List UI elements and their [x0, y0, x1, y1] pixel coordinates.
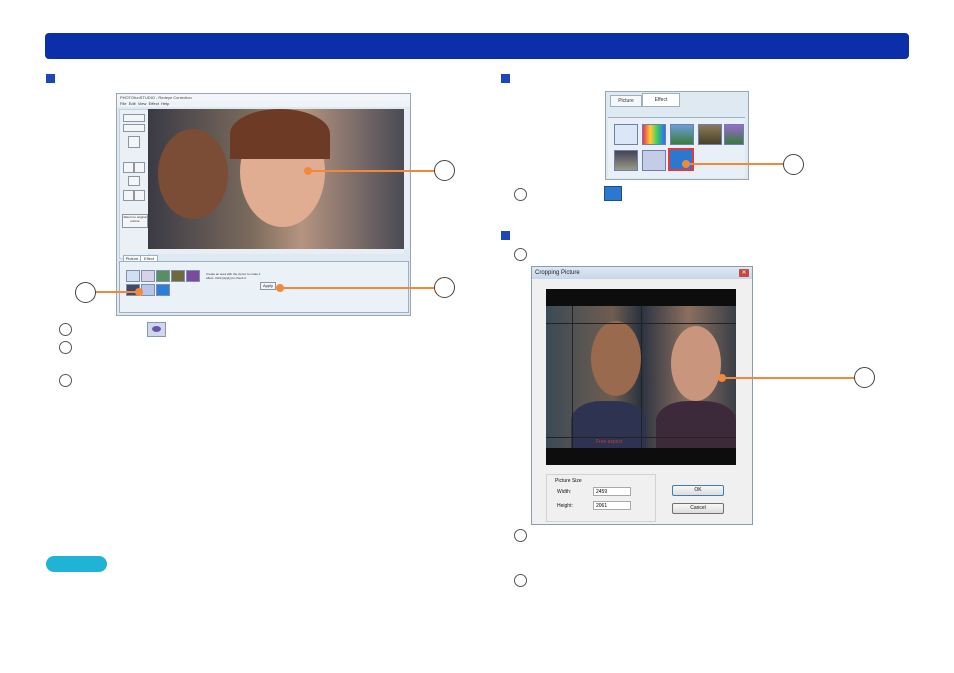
menu-edit: Edit — [128, 101, 136, 106]
effect-thumb-1 — [126, 270, 140, 282]
fx-tab-picture: Picture — [610, 95, 642, 107]
callout-marker-thumbnails — [75, 282, 96, 303]
photo-preview — [148, 109, 404, 249]
side-tool-6 — [128, 176, 140, 186]
fx-thumb-redeye — [642, 150, 666, 171]
callout-dot-fx — [682, 160, 690, 168]
picture-size-label: Picture Size — [555, 478, 582, 484]
step-marker-crop-3 — [514, 574, 527, 587]
side-toolbar: Return to original picture — [119, 109, 149, 259]
hint-badge — [46, 556, 107, 572]
callout-line-fx — [686, 163, 786, 165]
blur-effect-icon — [604, 186, 622, 201]
window-menubar: File Edit View Effect Help — [117, 101, 410, 107]
callout-dot-apply — [276, 284, 284, 292]
fx-palette — [608, 117, 745, 178]
side-tool-4 — [123, 162, 134, 173]
menu-help: Help — [161, 101, 170, 106]
fx-thumb-color — [642, 124, 666, 145]
crop-person-left — [591, 321, 641, 396]
crop-guide-left — [572, 306, 573, 448]
section-marker-left — [46, 74, 55, 83]
side-tool-1 — [123, 114, 145, 122]
callout-marker-crop — [854, 367, 875, 388]
callout-marker-apply — [434, 277, 455, 298]
redeye-effect-icon — [147, 322, 166, 337]
hair-right — [230, 109, 330, 159]
free-aspect-label: Free aspect — [596, 439, 623, 445]
step-marker-crop-1 — [514, 248, 527, 261]
step-marker-2 — [59, 341, 72, 354]
fx-thumb-landscape — [670, 124, 694, 145]
callout-dot-thumbnails — [135, 288, 143, 296]
height-field: 2061 — [593, 501, 631, 510]
effect-thumb-3 — [156, 270, 170, 282]
effect-palette-screenshot: Picture Effect — [605, 91, 749, 180]
fx-thumb-selected — [668, 148, 694, 171]
apply-button: Apply — [260, 282, 276, 290]
step-marker-3 — [59, 374, 72, 387]
step-marker-fx — [514, 188, 527, 201]
person-left — [158, 129, 228, 219]
crop-person-right — [671, 326, 721, 401]
callout-dot-photo — [304, 167, 312, 175]
height-label: Height: — [557, 503, 573, 509]
redeye-window-screenshot: PHOTOfunSTUDIO - Redeye Correction File … — [116, 93, 411, 316]
ok-button: OK — [672, 485, 724, 496]
section-marker-crop — [501, 231, 510, 240]
step-marker-1 — [59, 323, 72, 336]
vertical-scrollbar — [404, 109, 409, 249]
menu-effect: Effect — [148, 101, 159, 106]
header-bar — [45, 33, 909, 59]
callout-line-apply — [280, 287, 436, 289]
eye-shape — [152, 326, 161, 332]
side-tool-8 — [134, 190, 145, 201]
side-tool-2 — [123, 124, 145, 132]
callout-marker-photo — [434, 160, 455, 181]
effect-thumb-2 — [141, 270, 155, 282]
width-field: 2459 — [593, 487, 631, 496]
crop-shirt-right — [656, 401, 736, 448]
dialog-title: Cropping Picture — [532, 267, 752, 279]
effect-thumb-4 — [171, 270, 185, 282]
cancel-button: Cancel — [672, 503, 724, 514]
callout-line-photo — [308, 170, 436, 172]
fx-thumb-dark — [614, 150, 638, 171]
menu-file: File — [120, 101, 127, 106]
close-icon: ✕ — [739, 269, 749, 277]
callout-line-thumbnails — [95, 291, 139, 293]
picture-size-group: Picture Size Width: 2459 Height: 2061 — [546, 474, 656, 522]
window-title: PHOTOfunSTUDIO - Redeye Correction — [117, 94, 410, 101]
cropping-dialog-screenshot: Cropping Picture ✕ Free aspect Picture S… — [531, 266, 753, 525]
effect-thumb-5 — [186, 270, 200, 282]
callout-line-crop — [722, 377, 856, 379]
fx-thumb-sepia — [698, 124, 722, 145]
fx-thumb-purple — [724, 124, 744, 145]
effect-thumb-8 — [156, 284, 170, 296]
step-marker-crop-2 — [514, 529, 527, 542]
crop-guide-center — [641, 306, 642, 448]
callout-marker-fx — [783, 154, 804, 175]
side-tool-7 — [123, 190, 134, 201]
horizontal-scrollbar — [148, 249, 404, 254]
fx-tab-effect: Effect — [642, 93, 680, 107]
side-tool-3 — [128, 136, 140, 148]
return-original-button: Return to original picture — [122, 214, 148, 228]
menu-view: View — [137, 101, 147, 106]
side-tool-5 — [134, 162, 145, 173]
fx-thumb-soft — [614, 124, 638, 145]
callout-dot-crop — [718, 374, 726, 382]
instruction-text: Create an area with the cursor to make i… — [206, 272, 261, 280]
width-label: Width: — [557, 489, 572, 495]
section-marker-effect — [501, 74, 510, 83]
crop-preview: Free aspect — [546, 289, 736, 465]
effect-thumb-7 — [141, 284, 155, 296]
